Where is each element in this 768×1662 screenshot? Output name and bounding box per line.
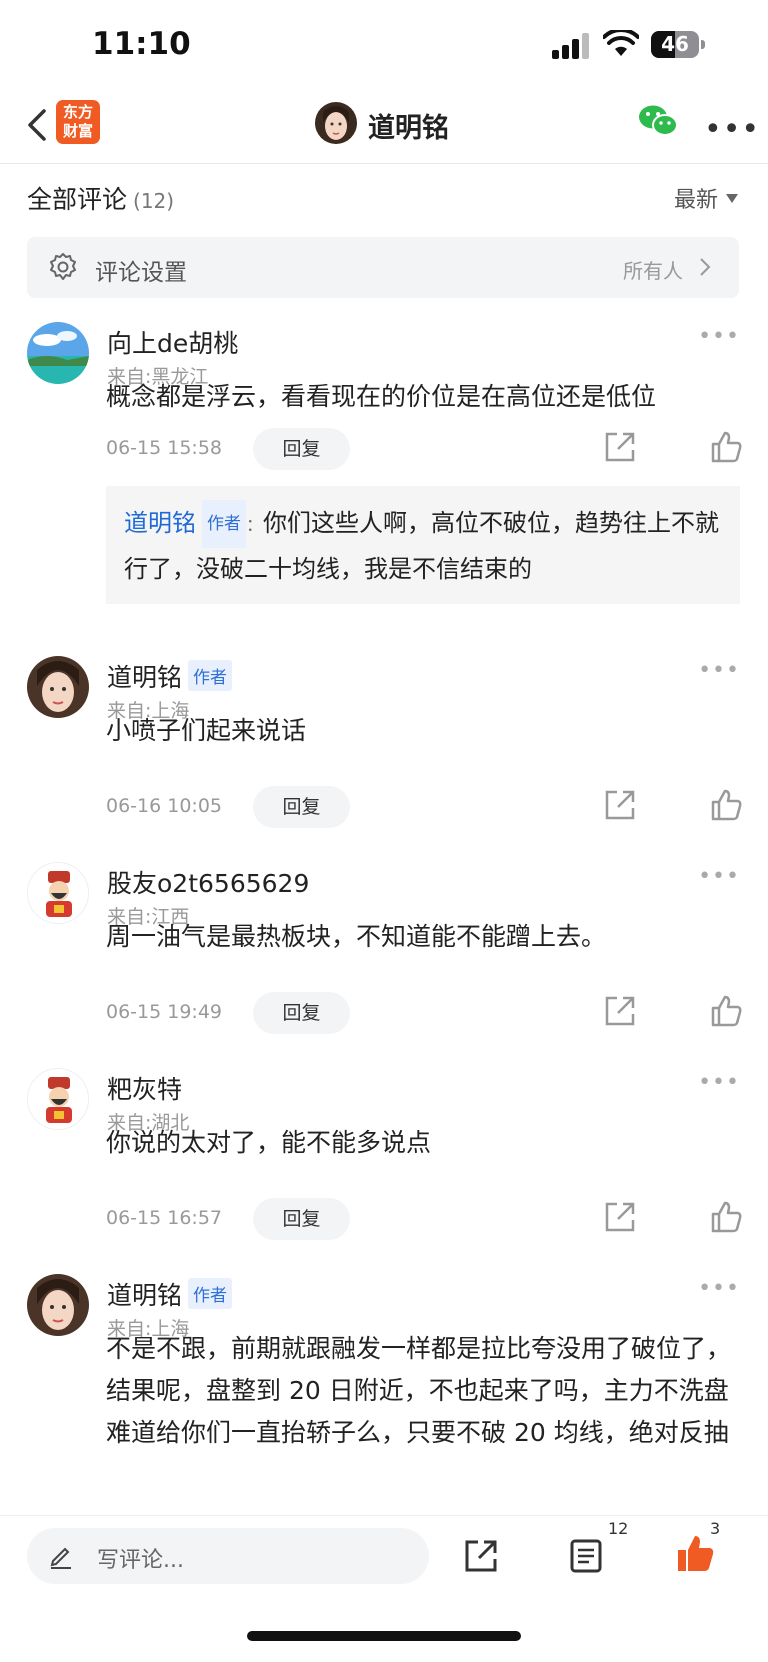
comment-meta: 06-16 10:05 回复 <box>106 786 746 828</box>
back-icon[interactable] <box>22 105 52 145</box>
share-icon[interactable] <box>603 994 637 1028</box>
sort-label: 最新 <box>673 188 718 213</box>
logo-line2: 财富 <box>62 122 93 140</box>
user-name[interactable]: 股友o2t6565629 <box>107 864 309 900</box>
author-badge: 作者 <box>188 660 233 691</box>
author-avatar[interactable] <box>315 102 357 144</box>
comment-date: 06-15 16:57 <box>106 1207 223 1229</box>
more-options-icon[interactable]: ••• <box>698 658 740 683</box>
comment-meta: 06-15 15:58 回复 <box>106 428 746 470</box>
avatar[interactable] <box>27 322 89 384</box>
comments-header: 全部评论 (12) <box>27 180 174 216</box>
reply-button[interactable]: 回复 <box>253 428 350 470</box>
comment-meta: 06-15 19:49 回复 <box>106 992 746 1034</box>
user-name[interactable]: 道明铭 作者 <box>107 658 233 694</box>
share-icon[interactable] <box>603 788 637 822</box>
share-icon[interactable] <box>603 1200 637 1234</box>
chevron-right-icon <box>700 258 711 276</box>
comment-text: 周一油气是最热板块，不知道能不能蹭上去。 <box>106 922 607 951</box>
comments-count-badge: 12 <box>608 1519 629 1538</box>
wifi-icon <box>603 30 639 56</box>
comments-list-icon[interactable] <box>569 1538 603 1574</box>
comment-text: 不是不跟，前期就跟融发一样都是拉比夸没用了破位了，结果呢，盘整到 20 日附近，… <box>106 1334 732 1447</box>
wechat-share-icon[interactable] <box>638 104 678 138</box>
comment-meta: 06-15 16:57 回复 <box>106 1198 746 1240</box>
more-options-icon[interactable]: ••• <box>698 324 740 349</box>
avatar[interactable] <box>27 1274 89 1336</box>
more-options-icon[interactable]: ••• <box>698 1070 740 1095</box>
battery-level: 46 <box>661 32 689 56</box>
status-bar: 11:10 46 <box>0 0 768 92</box>
user-name[interactable]: 粑灰特 <box>107 1070 182 1106</box>
share-icon[interactable] <box>463 1538 499 1574</box>
home-indicator[interactable] <box>247 1631 521 1641</box>
user-name-text: 道明铭 <box>107 1281 183 1310</box>
status-time: 11:10 <box>92 26 191 62</box>
comments-title: 全部评论 <box>27 185 128 214</box>
author-reply[interactable]: 道明铭 作者 ：你们这些人啊，高位不破位，趋势往上不就行了，没破二十均线，我是不信结… <box>106 486 740 604</box>
user-name-text: 道明铭 <box>107 663 183 692</box>
comment-settings-row[interactable]: 评论设置 所有人 <box>27 237 739 298</box>
thumbs-up-icon[interactable] <box>709 1200 743 1234</box>
battery-icon: 46 <box>651 31 705 58</box>
settings-value: 所有人 <box>623 259 683 283</box>
reply-user-name[interactable]: 道明铭 <box>124 509 196 537</box>
comment-date: 06-15 15:58 <box>106 437 223 459</box>
reply-button[interactable]: 回复 <box>253 786 350 828</box>
reply-button[interactable]: 回复 <box>253 992 350 1034</box>
top-nav: 东方 财富 道明铭 ••• <box>0 92 768 164</box>
gear-icon <box>50 253 76 280</box>
author-badge: 作者 <box>202 500 246 548</box>
user-name[interactable]: 道明铭 作者 <box>107 1276 233 1312</box>
reply-colon: ： <box>246 516 263 536</box>
app-logo[interactable]: 东方 财富 <box>56 100 100 144</box>
comment-input-placeholder: 写评论... <box>97 1548 184 1573</box>
sort-dropdown[interactable]: 最新 <box>674 182 738 214</box>
avatar[interactable] <box>27 1068 89 1130</box>
comment-text: 小喷子们起来说话 <box>106 716 307 745</box>
thumbs-up-icon[interactable] <box>675 1534 715 1574</box>
caret-down-icon <box>726 194 738 203</box>
more-options-icon[interactable]: ••• <box>704 112 760 147</box>
share-icon[interactable] <box>603 430 637 464</box>
author-badge: 作者 <box>188 1278 233 1309</box>
cellular-signal-icon <box>552 33 592 59</box>
reply-button[interactable]: 回复 <box>253 1198 350 1240</box>
settings-label: 评论设置 <box>95 260 187 286</box>
more-options-icon[interactable]: ••• <box>698 1276 740 1301</box>
comment-date: 06-16 10:05 <box>106 795 223 817</box>
pencil-icon <box>50 1547 71 1569</box>
avatar[interactable] <box>27 862 89 924</box>
thumbs-up-icon[interactable] <box>709 788 743 822</box>
thumbs-up-icon[interactable] <box>709 430 743 464</box>
page-title: 道明铭 <box>368 113 449 144</box>
user-name[interactable]: 向上de胡桃 <box>107 324 238 360</box>
comment-date: 06-15 19:49 <box>106 1001 223 1023</box>
likes-count-badge: 3 <box>710 1519 721 1538</box>
comment-text: 你说的太对了，能不能多说点 <box>106 1128 432 1157</box>
thumbs-up-icon[interactable] <box>709 994 743 1028</box>
logo-line1: 东方 <box>62 103 93 121</box>
comments-count: (12) <box>133 189 175 213</box>
comment-input[interactable]: 写评论... <box>27 1528 429 1584</box>
comment-text: 概念都是浮云，看看现在的价位是在高位还是低位 <box>106 382 657 411</box>
more-options-icon[interactable]: ••• <box>698 864 740 889</box>
avatar[interactable] <box>27 656 89 718</box>
